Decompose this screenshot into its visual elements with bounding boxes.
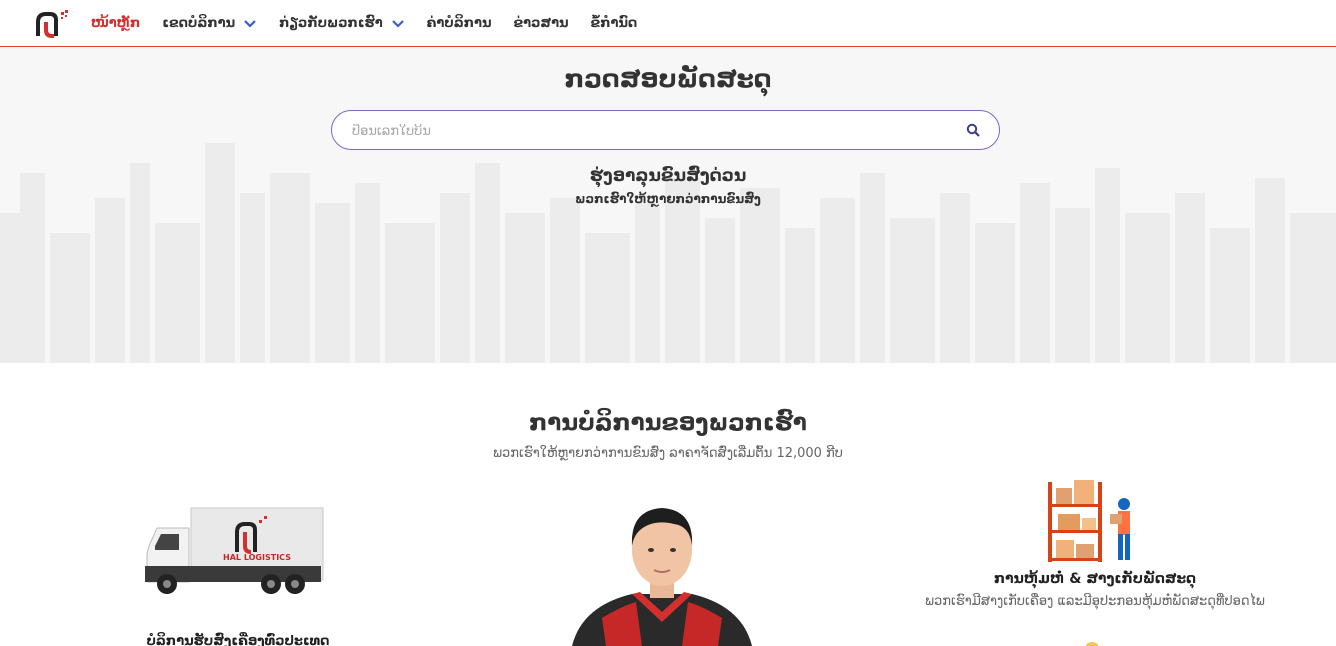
nav-item-label: ຂໍ້ກຳນົດ <box>590 16 638 31</box>
nav-item-label: ເຂດບໍລິການ <box>162 16 236 31</box>
chevron-down-icon <box>244 19 256 28</box>
nav-item-pricing[interactable]: ຄ່າບໍລິການ <box>427 16 492 31</box>
search-bar[interactable] <box>331 110 1000 150</box>
nav-item-home[interactable]: ໜ້າຫຼັກ <box>91 16 140 31</box>
nav-menu: ໜ້າຫຼັກ ເຂດບໍລິການ ກ່ຽວກັບພວກເຮົາ ຄ່າບໍລ… <box>91 0 659 47</box>
nav-item-terms[interactable]: ຂໍ້ກຳນົດ <box>591 16 638 31</box>
search-icon[interactable] <box>966 123 981 138</box>
top-navbar: ໜ້າຫຼັກ ເຂດບໍລິການ ກ່ຽວກັບພວກເຮົາ ຄ່າບໍລ… <box>0 0 1336 47</box>
nav-item-label: ຂ່າວສານ <box>513 16 569 31</box>
hal-logo-icon[interactable] <box>34 10 70 38</box>
nav-item-label: ໜ້າຫຼັກ <box>91 16 141 31</box>
tracking-hero: ກວດສອບພັດສະດຸ ຮຸ່ງອາລຸນຂົນສົ່ງດ່ວນ ພວກເຮ… <box>0 48 1336 363</box>
hero-title: ກວດສອບພັດສະດຸ <box>564 64 772 93</box>
chevron-down-icon <box>391 19 404 28</box>
nav-item-news[interactable]: ຂ່າວສານ <box>513 16 568 31</box>
services-subtitle: ພວກເຮົາໃຫ້ຫຼາຍກວ່າການຂົນສົ່ງ ລາຄາຈັດສົ່ງ… <box>493 446 843 461</box>
nav-item-service-area[interactable]: ເຂດບໍລິການ <box>162 16 257 31</box>
delivery-truck-icon: HAL LOGISTICS <box>145 507 324 594</box>
warehouse-worker-icon <box>1048 480 1130 562</box>
warehouse-service-description: ພວກເຮົາມີສາງເກັບເຄື່ອງ ແລະມີອຸປະກອນຫຸ້ມຫ… <box>925 594 1265 609</box>
nav-item-about[interactable]: ກ່ຽວກັບພວກເຮົາ <box>279 16 405 31</box>
services-title: ການບໍລິການຂອງພວກເຮົາ <box>529 410 807 436</box>
warehouse-service-title: ການຫຸ້ມຫໍ່ & ສາງເກັບພັດສະດຸ <box>994 571 1196 587</box>
decorative-dot-icon <box>1086 642 1098 646</box>
tracking-number-input[interactable] <box>352 120 952 142</box>
delivery-service-title: ບໍລິການຮັບສົ່ງເຄື່ອງທົ່ວປະເທດ <box>146 634 330 646</box>
courier-person-image <box>572 508 752 646</box>
nav-item-label: ກ່ຽວກັບພວກເຮົາ <box>279 16 383 31</box>
hero-tagline: ພວກເຮົາໃຫ້ຫຼາຍກວ່າການຂົນສົ່ງ <box>575 192 761 206</box>
nav-item-label: ຄ່າບໍລິການ <box>426 16 492 31</box>
hero-company-name: ຮຸ່ງອາລຸນຂົນສົ່ງດ່ວນ <box>589 166 747 186</box>
truck-brand-text: HAL LOGISTICS <box>223 553 291 562</box>
